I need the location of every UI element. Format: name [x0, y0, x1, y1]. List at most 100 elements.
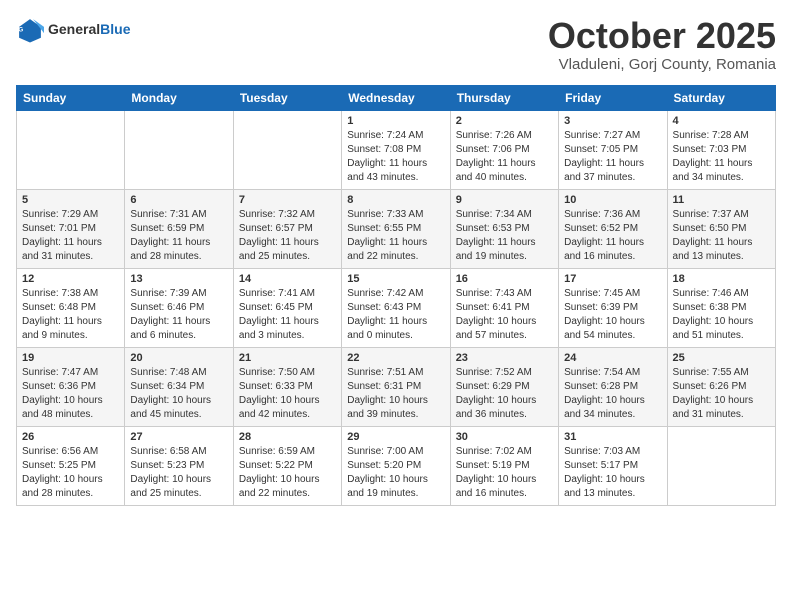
calendar-cell: 29 Sunrise: 7:00 AMSunset: 5:20 PMDayligh…	[342, 426, 450, 505]
calendar-cell: 5 Sunrise: 7:29 AMSunset: 7:01 PMDaylight…	[17, 189, 125, 268]
calendar-cell: 7 Sunrise: 7:32 AMSunset: 6:57 PMDaylight…	[233, 189, 341, 268]
calendar-cell: 12 Sunrise: 7:38 AMSunset: 6:48 PMDayligh…	[17, 268, 125, 347]
day-number: 23	[456, 352, 553, 364]
day-number: 15	[347, 273, 444, 285]
calendar-cell: 22 Sunrise: 7:51 AMSunset: 6:31 PMDayligh…	[342, 347, 450, 426]
day-info: Sunrise: 7:33 AMSunset: 6:55 PMDaylight:…	[347, 208, 444, 264]
day-number: 8	[347, 194, 444, 206]
day-header-monday: Monday	[125, 85, 233, 110]
day-number: 31	[564, 431, 661, 443]
month-title: October 2025	[548, 16, 776, 56]
day-info: Sunrise: 7:48 AMSunset: 6:34 PMDaylight:…	[130, 366, 227, 422]
calendar-cell: 14 Sunrise: 7:41 AMSunset: 6:45 PMDayligh…	[233, 268, 341, 347]
day-number: 29	[347, 431, 444, 443]
day-number: 17	[564, 273, 661, 285]
day-info: Sunrise: 6:59 AMSunset: 5:22 PMDaylight:…	[239, 445, 336, 501]
day-number: 7	[239, 194, 336, 206]
day-info: Sunrise: 7:37 AMSunset: 6:50 PMDaylight:…	[673, 208, 770, 264]
day-info: Sunrise: 7:51 AMSunset: 6:31 PMDaylight:…	[347, 366, 444, 422]
day-info: Sunrise: 7:41 AMSunset: 6:45 PMDaylight:…	[239, 287, 336, 343]
calendar-cell	[233, 110, 341, 189]
day-header-tuesday: Tuesday	[233, 85, 341, 110]
day-info: Sunrise: 7:03 AMSunset: 5:17 PMDaylight:…	[564, 445, 661, 501]
day-info: Sunrise: 7:46 AMSunset: 6:38 PMDaylight:…	[673, 287, 770, 343]
day-info: Sunrise: 7:29 AMSunset: 7:01 PMDaylight:…	[22, 208, 119, 264]
day-info: Sunrise: 6:56 AMSunset: 5:25 PMDaylight:…	[22, 445, 119, 501]
day-info: Sunrise: 7:47 AMSunset: 6:36 PMDaylight:…	[22, 366, 119, 422]
calendar-cell	[667, 426, 775, 505]
calendar-cell: 15 Sunrise: 7:42 AMSunset: 6:43 PMDayligh…	[342, 268, 450, 347]
day-info: Sunrise: 7:45 AMSunset: 6:39 PMDaylight:…	[564, 287, 661, 343]
calendar-cell: 20 Sunrise: 7:48 AMSunset: 6:34 PMDayligh…	[125, 347, 233, 426]
day-number: 3	[564, 115, 661, 127]
calendar-cell: 13Sunrise: 7:39 AMSunset: 6:46 PMDayligh…	[125, 268, 233, 347]
calendar-week-row: 19 Sunrise: 7:47 AMSunset: 6:36 PMDayligh…	[17, 347, 776, 426]
day-number: 20	[130, 352, 227, 364]
logo-general: General	[48, 21, 100, 37]
logo-blue: Blue	[100, 21, 130, 37]
calendar-cell: 27 Sunrise: 6:58 AMSunset: 5:23 PMDayligh…	[125, 426, 233, 505]
page-header: G GeneralBlue October 2025 Vladuleni, Go…	[16, 16, 776, 73]
calendar-table: SundayMondayTuesdayWednesdayThursdayFrid…	[16, 85, 776, 506]
day-number: 24	[564, 352, 661, 364]
calendar-cell: 25Sunrise: 7:55 AMSunset: 6:26 PMDayligh…	[667, 347, 775, 426]
calendar-cell: 11Sunrise: 7:37 AMSunset: 6:50 PMDayligh…	[667, 189, 775, 268]
calendar-cell: 1Sunrise: 7:24 AMSunset: 7:08 PMDaylight…	[342, 110, 450, 189]
calendar-cell: 23Sunrise: 7:52 AMSunset: 6:29 PMDayligh…	[450, 347, 558, 426]
day-info: Sunrise: 7:26 AMSunset: 7:06 PMDaylight:…	[456, 129, 553, 185]
day-info: Sunrise: 7:50 AMSunset: 6:33 PMDaylight:…	[239, 366, 336, 422]
logo: G GeneralBlue	[16, 16, 130, 44]
day-number: 30	[456, 431, 553, 443]
day-number: 12	[22, 273, 119, 285]
calendar-cell: 4Sunrise: 7:28 AMSunset: 7:03 PMDaylight…	[667, 110, 775, 189]
day-header-sunday: Sunday	[17, 85, 125, 110]
calendar-cell: 31 Sunrise: 7:03 AMSunset: 5:17 PMDayligh…	[559, 426, 667, 505]
day-number: 6	[130, 194, 227, 206]
day-number: 27	[130, 431, 227, 443]
calendar-cell: 16 Sunrise: 7:43 AMSunset: 6:41 PMDayligh…	[450, 268, 558, 347]
calendar-cell: 17 Sunrise: 7:45 AMSunset: 6:39 PMDayligh…	[559, 268, 667, 347]
day-info: Sunrise: 7:38 AMSunset: 6:48 PMDaylight:…	[22, 287, 119, 343]
logo-icon: G	[16, 16, 44, 44]
day-number: 22	[347, 352, 444, 364]
calendar-week-row: 12 Sunrise: 7:38 AMSunset: 6:48 PMDayligh…	[17, 268, 776, 347]
day-info: Sunrise: 7:02 AMSunset: 5:19 PMDaylight:…	[456, 445, 553, 501]
day-number: 16	[456, 273, 553, 285]
day-number: 19	[22, 352, 119, 364]
day-info: Sunrise: 7:54 AMSunset: 6:28 PMDaylight:…	[564, 366, 661, 422]
calendar-cell	[17, 110, 125, 189]
day-number: 5	[22, 194, 119, 206]
day-number: 25	[673, 352, 770, 364]
day-number: 9	[456, 194, 553, 206]
day-info: Sunrise: 7:34 AMSunset: 6:53 PMDaylight:…	[456, 208, 553, 264]
calendar-cell: 30 Sunrise: 7:02 AMSunset: 5:19 PMDayligh…	[450, 426, 558, 505]
day-info: Sunrise: 7:43 AMSunset: 6:41 PMDaylight:…	[456, 287, 553, 343]
calendar-cell: 28Sunrise: 6:59 AMSunset: 5:22 PMDayligh…	[233, 426, 341, 505]
day-info: Sunrise: 7:39 AMSunset: 6:46 PMDaylight:…	[130, 287, 227, 343]
day-info: Sunrise: 7:36 AMSunset: 6:52 PMDaylight:…	[564, 208, 661, 264]
calendar-cell: 18 Sunrise: 7:46 AMSunset: 6:38 PMDayligh…	[667, 268, 775, 347]
day-info: Sunrise: 7:00 AMSunset: 5:20 PMDaylight:…	[347, 445, 444, 501]
day-info: Sunrise: 6:58 AMSunset: 5:23 PMDaylight:…	[130, 445, 227, 501]
day-info: Sunrise: 7:24 AMSunset: 7:08 PMDaylight:…	[347, 129, 444, 185]
day-header-friday: Friday	[559, 85, 667, 110]
day-number: 2	[456, 115, 553, 127]
day-header-wednesday: Wednesday	[342, 85, 450, 110]
day-number: 21	[239, 352, 336, 364]
calendar-cell: 8 Sunrise: 7:33 AMSunset: 6:55 PMDaylight…	[342, 189, 450, 268]
day-info: Sunrise: 7:32 AMSunset: 6:57 PMDaylight:…	[239, 208, 336, 264]
calendar-week-row: 1Sunrise: 7:24 AMSunset: 7:08 PMDaylight…	[17, 110, 776, 189]
calendar-week-row: 5 Sunrise: 7:29 AMSunset: 7:01 PMDaylight…	[17, 189, 776, 268]
day-number: 18	[673, 273, 770, 285]
calendar-week-row: 26Sunrise: 6:56 AMSunset: 5:25 PMDayligh…	[17, 426, 776, 505]
title-block: October 2025 Vladuleni, Gorj County, Rom…	[548, 16, 776, 73]
calendar-cell: 10 Sunrise: 7:36 AMSunset: 6:52 PMDayligh…	[559, 189, 667, 268]
location-title: Vladuleni, Gorj County, Romania	[548, 56, 776, 73]
day-info: Sunrise: 7:42 AMSunset: 6:43 PMDaylight:…	[347, 287, 444, 343]
calendar-cell: 19 Sunrise: 7:47 AMSunset: 6:36 PMDayligh…	[17, 347, 125, 426]
calendar-cell: 26Sunrise: 6:56 AMSunset: 5:25 PMDayligh…	[17, 426, 125, 505]
day-number: 10	[564, 194, 661, 206]
calendar-cell: 21 Sunrise: 7:50 AMSunset: 6:33 PMDayligh…	[233, 347, 341, 426]
day-number: 14	[239, 273, 336, 285]
calendar-cell: 2 Sunrise: 7:26 AMSunset: 7:06 PMDaylight…	[450, 110, 558, 189]
